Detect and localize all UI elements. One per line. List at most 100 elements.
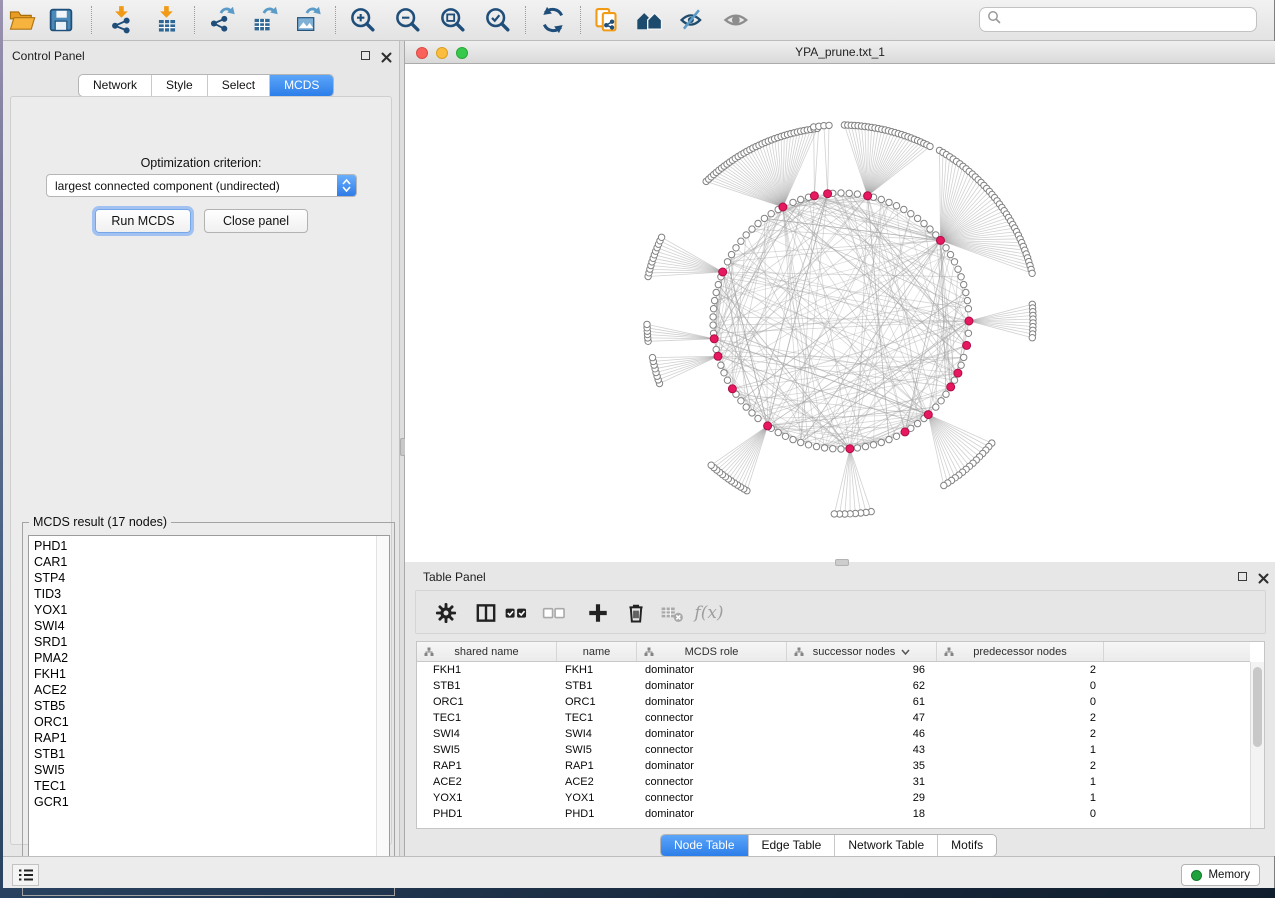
table-cell[interactable]: SWI5 [417,742,557,758]
table-cell[interactable]: ORC1 [417,694,557,710]
table-cell[interactable]: connector [637,790,787,806]
table-cell[interactable]: 96 [787,662,937,678]
mcds-result-item[interactable]: PMA2 [29,650,377,666]
mcds-result-item[interactable]: SWI5 [29,762,377,778]
table-scrollbar-thumb[interactable] [1253,667,1262,747]
split-columns-icon[interactable] [471,600,501,626]
table-cell[interactable]: dominator [637,694,787,710]
table-cell[interactable]: 46 [787,726,937,742]
delete-column-icon[interactable] [621,600,651,626]
mcds-result-item[interactable]: STP4 [29,570,377,586]
horizontal-splitter-handle[interactable] [835,559,849,566]
select-all-icon[interactable] [501,600,531,626]
table-cell[interactable]: RAP1 [417,758,557,774]
tab-edge-table[interactable]: Edge Table [748,835,835,856]
refresh-icon[interactable] [536,4,570,36]
search-box[interactable] [979,7,1257,32]
table-row[interactable]: PHD1PHD1dominator180 [417,806,1250,822]
close-panel-button[interactable]: Close panel [204,209,308,233]
tab-select[interactable]: Select [207,75,269,96]
table-cell[interactable]: 61 [787,694,937,710]
table-cell[interactable]: 35 [787,758,937,774]
table-cell[interactable]: 2 [937,710,1104,726]
float-table-panel-icon[interactable] [1238,572,1247,581]
mcds-result-item[interactable]: FKH1 [29,666,377,682]
table-cell[interactable]: 0 [937,694,1104,710]
table-cell[interactable]: SWI5 [557,742,637,758]
table-cell[interactable]: dominator [637,662,787,678]
table-cell[interactable]: dominator [637,806,787,822]
close-table-panel-icon[interactable] [1258,571,1269,582]
table-cell[interactable]: dominator [637,758,787,774]
export-network-icon[interactable] [205,4,239,36]
tab-mcds[interactable]: MCDS [269,75,333,96]
table-cell[interactable]: SWI4 [557,726,637,742]
import-table-icon[interactable] [150,4,184,36]
table-cell[interactable]: 0 [937,678,1104,694]
table-row[interactable]: RAP1RAP1dominator352 [417,758,1250,774]
table-row[interactable]: ORC1ORC1dominator610 [417,694,1250,710]
tab-style[interactable]: Style [151,75,207,96]
table-cell[interactable]: 1 [937,742,1104,758]
zoom-out-icon[interactable] [391,4,425,36]
table-cell[interactable]: ACE2 [557,774,637,790]
table-cell[interactable]: connector [637,742,787,758]
mcds-list-scrollbar[interactable] [376,536,389,878]
table-cell[interactable]: 2 [937,758,1104,774]
table-cell[interactable]: TEC1 [417,710,557,726]
table-row[interactable]: ACE2ACE2connector311 [417,774,1250,790]
save-icon[interactable] [44,4,78,36]
run-mcds-button[interactable]: Run MCDS [95,209,191,233]
table-cell[interactable]: SWI4 [417,726,557,742]
task-history-button[interactable] [12,864,39,886]
table-cell[interactable]: dominator [637,726,787,742]
table-cell[interactable]: connector [637,710,787,726]
table-cell[interactable]: 1 [937,774,1104,790]
search-input[interactable] [1006,12,1256,28]
mcds-result-item[interactable]: CAR1 [29,554,377,570]
mcds-result-item[interactable]: RAP1 [29,730,377,746]
houses-icon[interactable] [633,4,667,36]
table-cell[interactable]: PHD1 [417,806,557,822]
export-image-icon[interactable] [291,4,325,36]
mcds-result-item[interactable]: PHD1 [29,538,377,554]
table-cell[interactable]: ACE2 [417,774,557,790]
mcds-result-item[interactable]: TID3 [29,586,377,602]
mcds-result-item[interactable]: ORC1 [29,714,377,730]
settings-gear-icon[interactable] [431,600,461,626]
table-row[interactable]: FKH1FKH1dominator962 [417,662,1250,678]
criterion-select[interactable]: largest connected component (undirected) [46,174,357,197]
mcds-result-item[interactable]: YOX1 [29,602,377,618]
table-cell[interactable]: 18 [787,806,937,822]
table-cell[interactable]: STB1 [417,678,557,694]
table-cell[interactable]: 62 [787,678,937,694]
table-cell[interactable]: YOX1 [417,790,557,806]
table-cell[interactable]: PHD1 [557,806,637,822]
zoom-check-icon[interactable] [481,4,515,36]
tab-network-table[interactable]: Network Table [834,835,937,856]
table-cell[interactable]: 31 [787,774,937,790]
eye-slash-icon[interactable] [675,4,709,36]
table-row[interactable]: TEC1TEC1connector472 [417,710,1250,726]
table-cell[interactable]: RAP1 [557,758,637,774]
network-from-selection-icon[interactable] [591,4,625,36]
table-row[interactable]: SWI5SWI5connector431 [417,742,1250,758]
column-header-predecessor-nodes[interactable]: predecessor nodes [937,642,1104,661]
table-cell[interactable]: ORC1 [557,694,637,710]
mcds-result-item[interactable]: TEC1 [29,778,377,794]
close-panel-icon[interactable] [381,50,392,61]
network-graph[interactable] [405,64,1275,562]
eye-icon[interactable] [720,4,754,36]
column-header-MCDS-role[interactable]: MCDS role [637,642,787,661]
table-cell[interactable]: TEC1 [557,710,637,726]
folder-open-icon[interactable] [5,4,39,36]
table-row[interactable]: SWI4SWI4dominator462 [417,726,1250,742]
table-scrollbar[interactable] [1250,662,1264,828]
table-cell[interactable]: 43 [787,742,937,758]
table-cell[interactable]: 0 [937,806,1104,822]
column-header-name[interactable]: name [557,642,637,661]
table-cell[interactable]: 2 [937,662,1104,678]
mcds-result-item[interactable]: SRD1 [29,634,377,650]
table-cell[interactable]: 29 [787,790,937,806]
tab-network[interactable]: Network [79,75,151,96]
